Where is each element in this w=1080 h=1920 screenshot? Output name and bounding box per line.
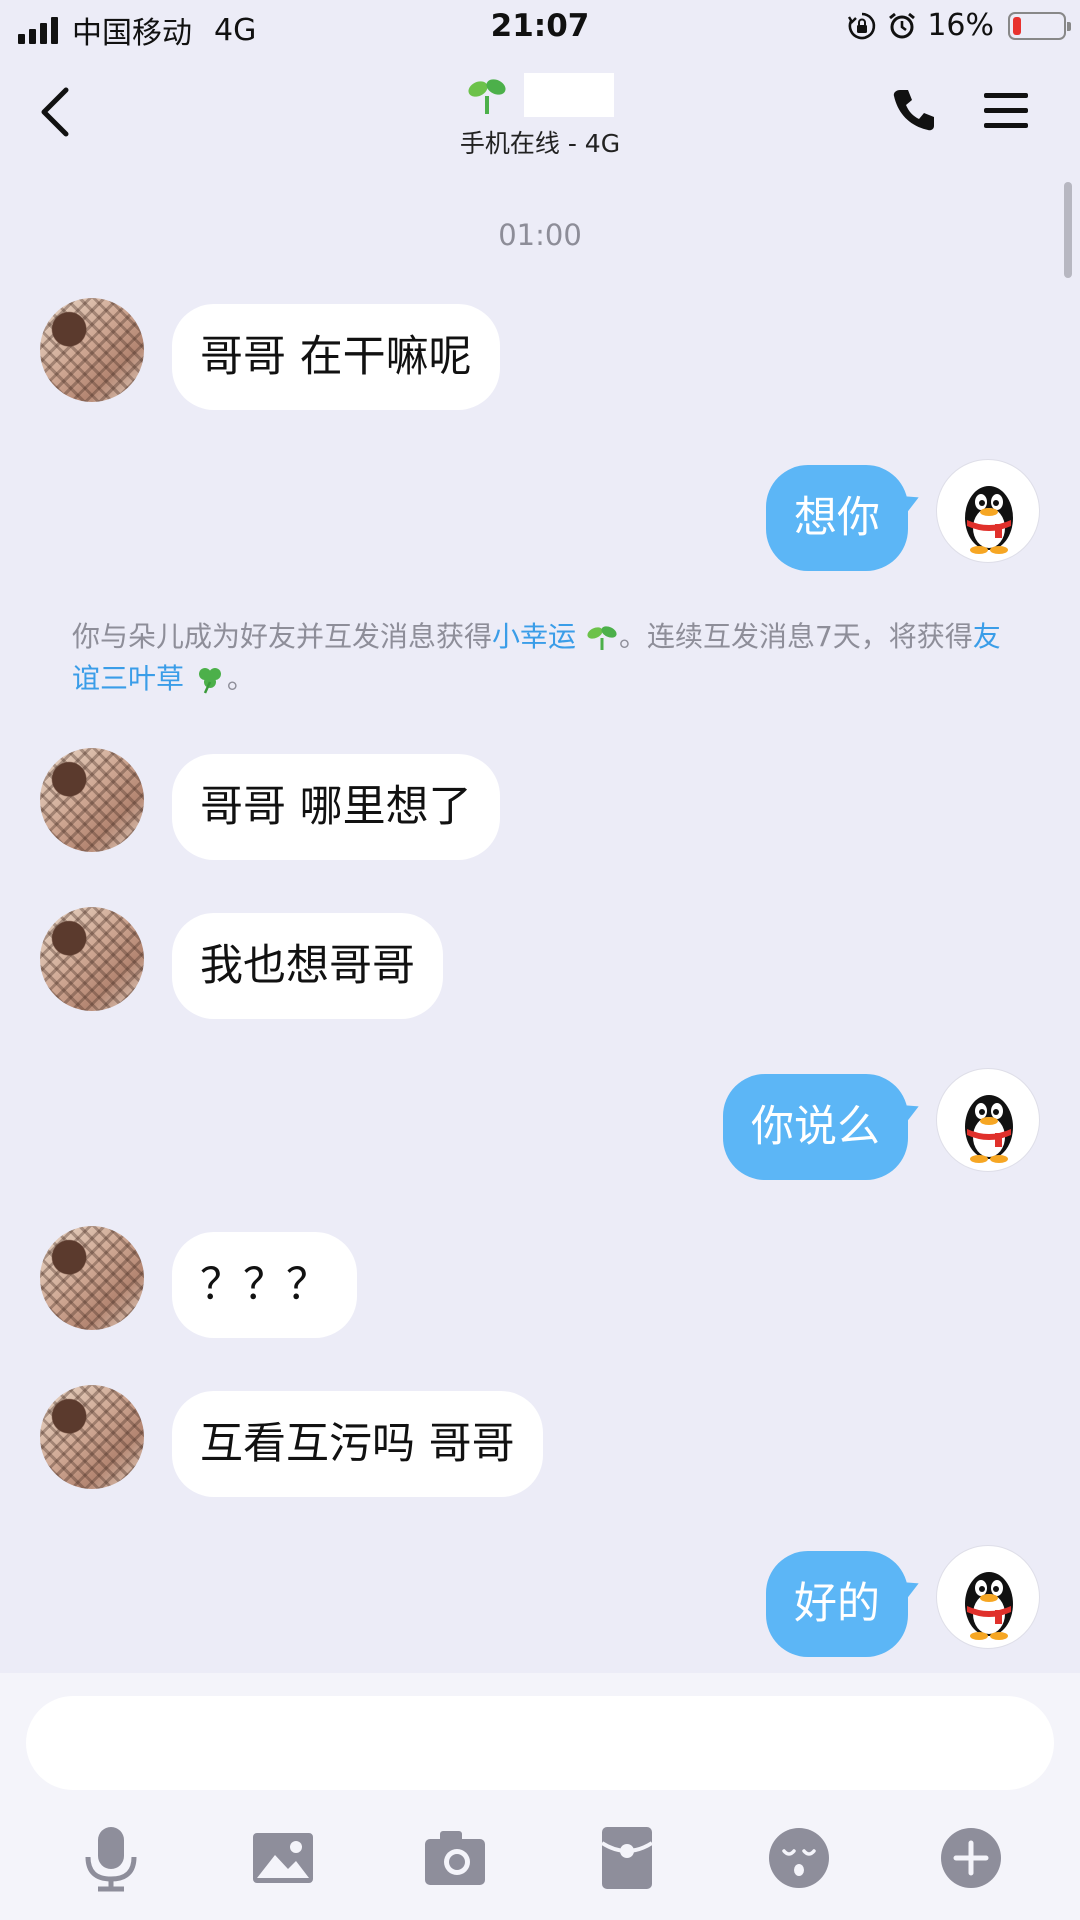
contact-avatar[interactable] <box>40 298 144 402</box>
message-bubble-incoming[interactable]: 互看互污吗 哥哥 <box>172 1391 543 1497</box>
input-area <box>0 1673 1080 1920</box>
penguin-icon <box>965 1572 1013 1640</box>
sprout-icon <box>468 79 506 114</box>
contact-avatar[interactable] <box>40 907 144 1011</box>
message-bubble-outgoing[interactable]: 你说么 <box>723 1074 908 1180</box>
plus-icon <box>941 1828 1001 1888</box>
time-divider: 01:00 <box>498 218 582 252</box>
message-bubble-incoming[interactable]: ？？？ <box>172 1232 357 1338</box>
my-avatar[interactable] <box>936 1545 1040 1649</box>
camera-icon <box>425 1831 485 1885</box>
rotation-lock-icon <box>848 12 876 39</box>
red-packet-icon <box>600 1827 654 1889</box>
phone-icon[interactable] <box>890 86 938 134</box>
chat-header: 手机在线 - 4G <box>0 56 1080 168</box>
battery-icon <box>1008 11 1071 40</box>
message-bubble-outgoing[interactable]: 想你 <box>766 465 908 571</box>
penguin-icon <box>965 1095 1013 1163</box>
message-bubble-incoming[interactable]: 我也想哥哥 <box>172 913 443 1019</box>
input-toolbar <box>0 1823 1080 1903</box>
message-bubble-incoming[interactable]: 哥哥 哪里想了 <box>172 754 500 860</box>
alarm-icon <box>889 12 916 38</box>
message-bubble-incoming[interactable]: 哥哥 在干嘛呢 <box>172 304 500 410</box>
red-packet-button[interactable] <box>592 1823 662 1893</box>
status-right: 16% <box>847 8 1071 43</box>
clover-icon <box>198 668 221 694</box>
message-bubble-outgoing[interactable]: 好的 <box>766 1551 908 1657</box>
message-list[interactable]: 01:00 哥哥 在干嘛呢 想你 你与朵儿成为好友并互发消息获得小幸运 。连续互… <box>0 168 1080 1673</box>
microphone-icon <box>85 1827 137 1892</box>
signal-icon <box>18 16 58 44</box>
system-note-text: 。连续互发消息7天，将获得 <box>618 620 973 653</box>
battery-fill <box>1013 16 1021 35</box>
system-note: 你与朵儿成为好友并互发消息获得小幸运 。连续互发消息7天，将获得友谊三叶草 。 <box>72 616 1008 700</box>
penguin-icon <box>965 486 1013 554</box>
contact-avatar[interactable] <box>40 748 144 852</box>
system-note-text: 你与朵儿成为好友并互发消息获得 <box>72 620 493 653</box>
emoji-icon <box>769 1828 829 1888</box>
carrier-label: 中国移动 <box>72 16 192 51</box>
status-left: 中国移动 4G <box>18 8 256 52</box>
menu-icon[interactable] <box>982 86 1030 134</box>
more-button[interactable] <box>936 1823 1006 1893</box>
message-input[interactable] <box>26 1696 1054 1790</box>
my-avatar[interactable] <box>936 1068 1040 1172</box>
battery-percent: 16% <box>927 8 994 43</box>
system-note-text: 。 <box>226 662 255 695</box>
contact-avatar[interactable] <box>40 1385 144 1489</box>
image-button[interactable] <box>248 1823 318 1893</box>
network-label: 4G <box>214 12 257 48</box>
contact-name <box>524 73 614 117</box>
lucky-link[interactable]: 小幸运 <box>492 620 576 653</box>
image-icon <box>253 1833 313 1883</box>
voice-button[interactable] <box>76 1823 146 1893</box>
emoji-button[interactable] <box>764 1823 834 1893</box>
contact-avatar[interactable] <box>40 1226 144 1330</box>
my-avatar[interactable] <box>936 459 1040 563</box>
camera-button[interactable] <box>420 1823 490 1893</box>
sprout-icon <box>587 626 617 650</box>
status-bar: 中国移动 4G 21:07 16% <box>0 0 1080 56</box>
